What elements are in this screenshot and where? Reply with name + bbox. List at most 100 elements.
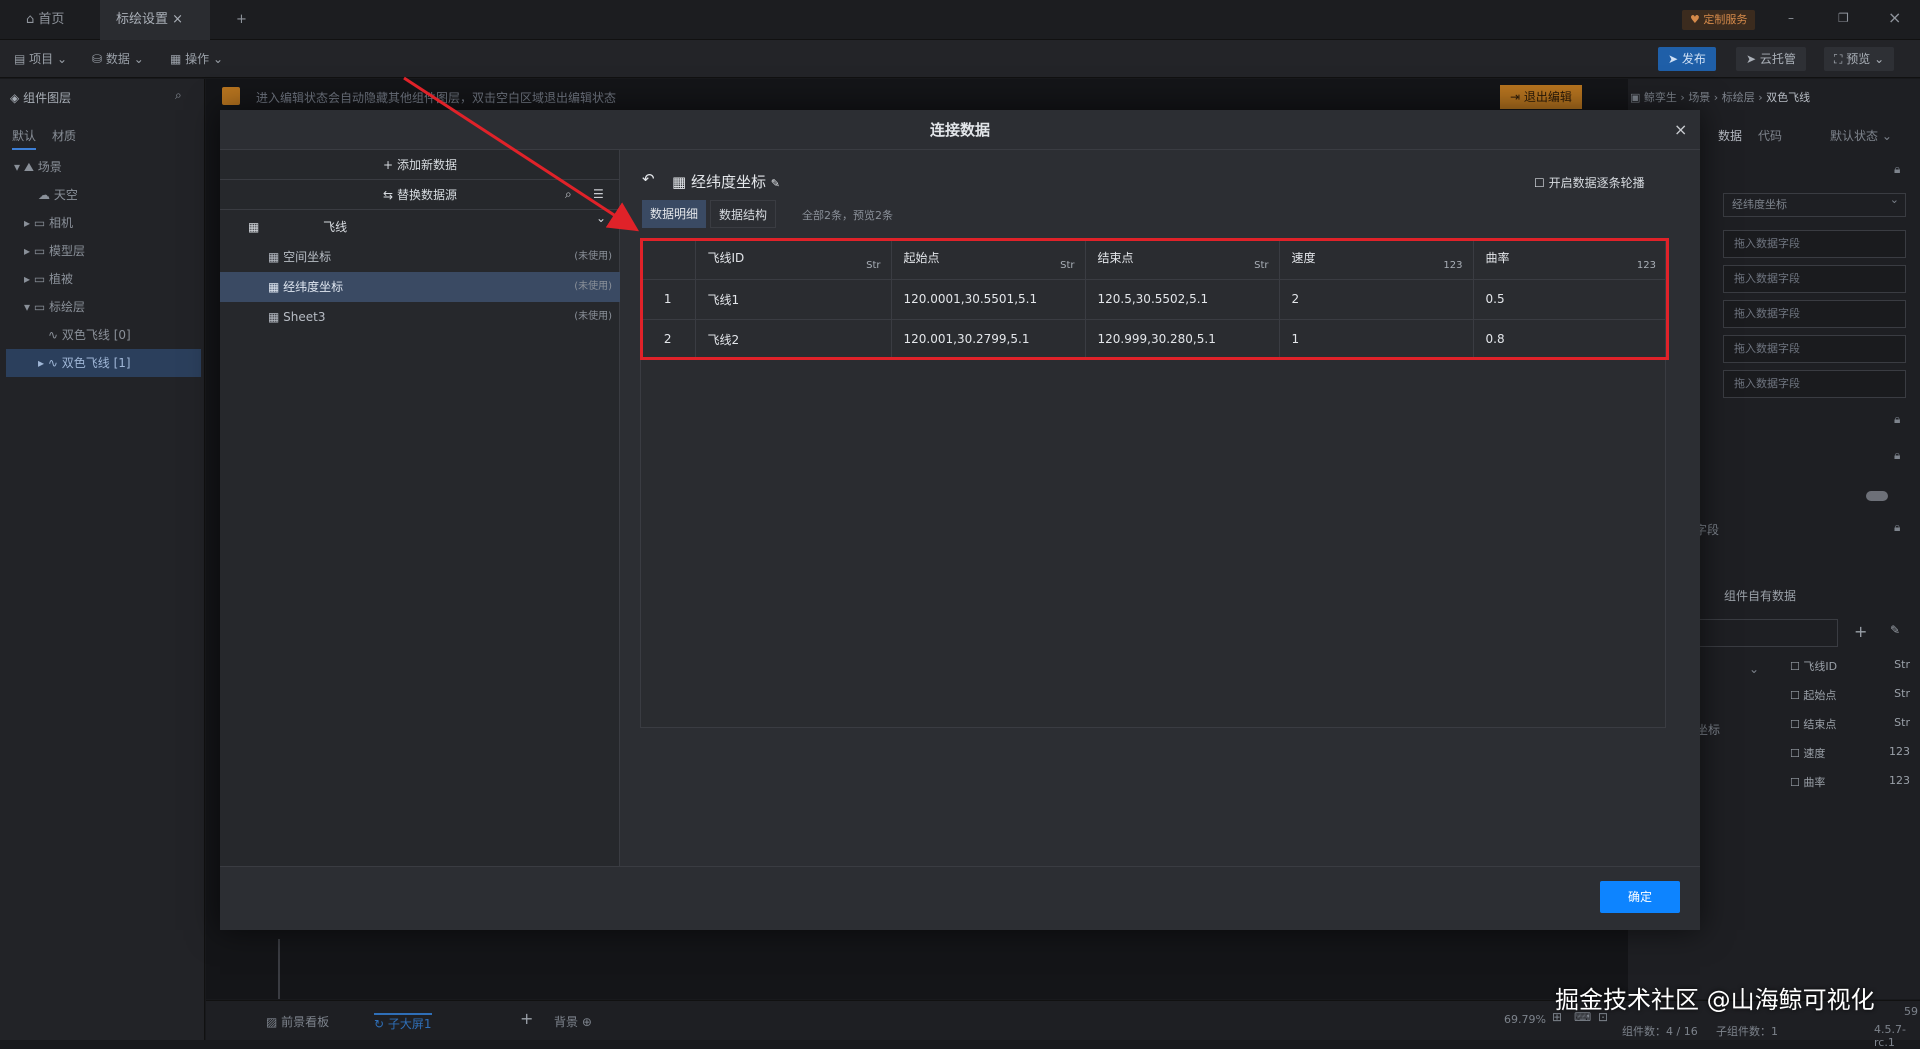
lock-icon[interactable]: 🔒︎ [1894, 449, 1900, 461]
back-icon[interactable]: ↶ [642, 172, 655, 187]
right-tab-data[interactable]: 数据 [1718, 127, 1742, 144]
folder-icon: ▭ [33, 216, 46, 230]
source-item[interactable]: ▦ 空间坐标 (未使用) [220, 242, 620, 272]
search-icon[interactable]: ⌕ [175, 89, 182, 101]
close-window-icon[interactable]: × [1888, 10, 1901, 26]
column-item[interactable]: ☐ 曲率 123 [1790, 774, 1910, 803]
replace-source-button[interactable]: ⇆ 替换数据源 [220, 180, 620, 210]
dataset-select[interactable]: 经纬度坐标 ⌄ [1723, 193, 1906, 217]
tree-item-label: 模型层 [49, 244, 86, 258]
breadcrumb-item[interactable]: 双色飞线 [1766, 91, 1810, 104]
menu-operation[interactable]: ▦ 操作 ⌄ [170, 40, 223, 78]
dataset-name: 经纬度坐标 [690, 173, 766, 191]
dialog-footer: 确定 [220, 866, 1700, 930]
poll-checkbox[interactable]: ☐ 开启数据逐条轮播 [1534, 174, 1645, 191]
minimize-icon[interactable]: – [1788, 12, 1794, 24]
column-type: Str [1894, 658, 1910, 671]
custom-service-badge[interactable]: ♥ 定制服务 [1682, 10, 1756, 30]
plus-icon[interactable]: + [520, 1011, 533, 1027]
breadcrumb-item[interactable]: 鲸孪生 [1644, 91, 1677, 104]
column-item[interactable]: ☐ 结束点 Str [1790, 716, 1910, 745]
bottom-tab-foreground[interactable]: ▨ 前景看板 [266, 1013, 329, 1030]
tree-item-label: 植被 [49, 272, 74, 286]
restore-icon[interactable]: ❐ [1838, 12, 1849, 24]
breadcrumb-item[interactable]: 场景 [1688, 91, 1710, 104]
field-drop-placeholder: 拖入数据字段 [1734, 377, 1800, 390]
breadcrumb-item[interactable]: 标绘层 [1722, 91, 1755, 104]
column-item[interactable]: ☐ 起始点 Str [1790, 687, 1910, 716]
column-item[interactable]: ☐ 飞线ID Str [1790, 658, 1910, 687]
field-drop-slot[interactable]: 拖入数据字段 [1723, 230, 1906, 258]
column-type: 123 [1889, 774, 1910, 787]
tab-data-detail[interactable]: 数据明细 [642, 200, 707, 228]
exit-edit-label: 退出编辑 [1523, 90, 1572, 104]
tree-item-camera[interactable]: ▸ ▭ 相机 [0, 209, 205, 237]
own-data-input[interactable] [1688, 619, 1838, 647]
layer-panel: ◈ 组件图层 ⌕ 默认 材质 ▾ ⛰ 场景 ☁ 天空 ▸ ▭ 相机 ▸ ▭ 模型… [0, 79, 205, 1040]
edit-icon[interactable]: ✎ [1890, 624, 1900, 636]
bottom-tab-background[interactable]: 背景 ⊕ [554, 1013, 592, 1030]
field-drop-slot[interactable]: 拖入数据字段 [1723, 370, 1906, 398]
tab-plot-settings[interactable]: 标绘设置 × [100, 0, 210, 40]
cloud-hosting-button[interactable]: ➤ 云托管 [1736, 47, 1806, 71]
preview-button[interactable]: ⛶ 预览 ⌄ [1824, 47, 1895, 71]
publish-button[interactable]: ➤ 发布 [1658, 47, 1716, 71]
layer-tab-material-label: 材质 [52, 129, 77, 143]
filter-icon[interactable]: ☰ [593, 188, 604, 200]
edit-icon[interactable]: ✎ [771, 178, 780, 189]
chevron-down-icon[interactable]: ⌄ [1749, 663, 1759, 675]
tab-home[interactable]: ⌂ 首页 [10, 0, 80, 40]
close-icon[interactable]: × [172, 13, 183, 26]
bottom-tab-label: 前景看板 [281, 1015, 330, 1029]
layer-tab-material[interactable]: 材质 [52, 127, 76, 144]
tab-data-detail-label: 数据明细 [650, 207, 699, 221]
column-name: 曲率 [1803, 776, 1826, 789]
tree-item-model-layer[interactable]: ▸ ▭ 模型层 [0, 237, 205, 265]
new-tab-button[interactable]: + [220, 0, 263, 40]
source-group-flyline[interactable]: ▦ 飞线 ⌄ [220, 212, 620, 242]
plus-icon[interactable]: + [1854, 624, 1867, 640]
field-drop-placeholder: 拖入数据字段 [1734, 237, 1800, 250]
add-data-button[interactable]: + 添加新数据 [220, 150, 620, 180]
lock-icon[interactable]: 🔒︎ [1894, 163, 1900, 175]
source-item[interactable]: ▦ Sheet3 (未使用) [220, 302, 620, 332]
tree-item-label: 标绘层 [49, 300, 86, 314]
table-icon: ▦ [268, 280, 280, 294]
field-drop-slot[interactable]: 拖入数据字段 [1723, 335, 1906, 363]
state-select[interactable]: 默认状态 ⌄ [1830, 127, 1892, 144]
tab-data-structure[interactable]: 数据结构 [710, 200, 777, 228]
toggle-switch[interactable] [1866, 491, 1888, 501]
column-type: Str [1894, 716, 1910, 729]
menu-project[interactable]: ▤ 项目 ⌄ [14, 40, 67, 78]
table-icon: ▦ [268, 310, 280, 324]
tree-item-plot-layer[interactable]: ▾ ▭ 标绘层 [0, 293, 205, 321]
table-icon: ▦ [268, 250, 280, 264]
tree-item-label: 相机 [49, 216, 74, 230]
layer-panel-title: ◈ 组件图层 [10, 89, 71, 106]
tree-item-scene[interactable]: ▾ ⛰ 场景 [0, 153, 205, 181]
source-item-selected[interactable]: ▦ 经纬度坐标 (未使用) [220, 272, 620, 302]
menu-data-label: 数据 [105, 52, 130, 66]
own-data-label[interactable]: 组件自有数据 [1724, 587, 1796, 604]
subcomponent-count: 子组件数：1 [1716, 1025, 1778, 1038]
checkbox-icon: ☐ [1790, 747, 1800, 760]
bottom-tab-subscreen[interactable]: ↻ 子大屏1 [374, 1013, 432, 1032]
tree-item-sky[interactable]: ☁ 天空 [0, 181, 205, 209]
right-tab-code[interactable]: 代码 [1758, 127, 1782, 144]
layer-toggle-icon[interactable] [222, 87, 240, 105]
tree-item-vegetation[interactable]: ▸ ▭ 植被 [0, 265, 205, 293]
search-icon[interactable]: ⌕ [565, 188, 572, 200]
lock-icon[interactable]: 🔒︎ [1894, 413, 1900, 425]
confirm-button[interactable]: 确定 [1600, 881, 1680, 913]
field-drop-slot[interactable]: 拖入数据字段 [1723, 300, 1906, 328]
menu-data[interactable]: ⛁ 数据 ⌄ [92, 40, 144, 78]
tree-item-flyline-0[interactable]: ∿ 双色飞线 [0] [0, 321, 205, 349]
layer-tab-default[interactable]: 默认 [12, 127, 37, 150]
field-drop-slot[interactable]: 拖入数据字段 [1723, 265, 1906, 293]
tree-item-flyline-1[interactable]: ▸ ∿ 双色飞线 [1] [6, 349, 201, 377]
exit-edit-button[interactable]: ⇥ 退出编辑 [1500, 85, 1582, 109]
column-item[interactable]: ☐ 速度 123 [1790, 745, 1910, 774]
close-dialog-icon[interactable]: × [1674, 122, 1687, 138]
dialog-header: 连接数据 [220, 110, 1700, 150]
lock-icon[interactable]: 🔒︎ [1894, 521, 1900, 533]
